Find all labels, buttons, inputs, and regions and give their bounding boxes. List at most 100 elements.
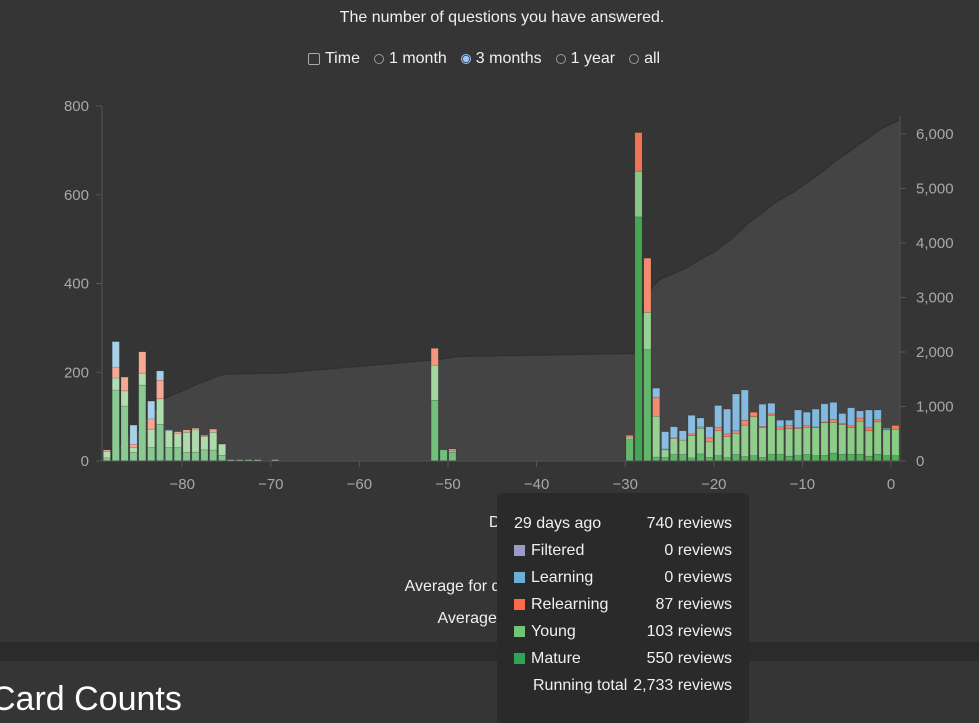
bar-young — [138, 372, 147, 386]
bar-learning — [776, 419, 785, 428]
bar-learning — [838, 413, 847, 424]
bar-learning — [767, 403, 776, 415]
bar-relearning — [111, 367, 120, 379]
bar-relearning — [209, 428, 218, 433]
stats-table: Days stud T Average for days stud Averag… — [0, 512, 560, 640]
bar-mature — [182, 451, 191, 462]
bar-mature — [865, 455, 873, 462]
tooltip-row-label: Learning — [531, 569, 594, 586]
stat-average-period-label: Average over per — [437, 610, 560, 627]
bar-mature — [111, 389, 120, 462]
tooltip-running-row: Running total 2,733 reviews — [533, 677, 732, 699]
bar-learning — [111, 341, 120, 369]
chart-tooltip: 29 days ago 740 reviews Filtered 0 review… — [497, 493, 749, 723]
bar-relearning — [200, 435, 209, 437]
tooltip-row-label: Relearning — [531, 596, 609, 613]
tooltip-row-value: 103 reviews — [646, 623, 732, 640]
bar-young — [829, 422, 838, 454]
bar-mature — [847, 454, 855, 462]
bar-young — [758, 427, 767, 458]
bar-young — [129, 446, 138, 453]
bar-mature — [802, 454, 811, 462]
card-counts-heading: Card Counts — [0, 680, 182, 718]
bar-learning — [882, 427, 891, 430]
bar-learning — [829, 402, 838, 420]
bar-mature — [705, 457, 714, 462]
tooltip-title-row: 29 days ago 740 reviews — [514, 515, 732, 537]
bar-mature — [652, 456, 661, 462]
bar-young — [847, 427, 855, 455]
bar-mature — [129, 452, 138, 462]
bar-learning — [802, 411, 811, 426]
bar-young — [173, 433, 182, 448]
x-tick-label: 0 — [887, 476, 895, 493]
tooltip-row-relearning: Relearning 87 reviews — [514, 596, 732, 618]
bar-mature — [696, 453, 705, 462]
bar-learning — [678, 430, 687, 441]
legend-swatch-icon — [514, 572, 525, 583]
bar-mature — [767, 454, 776, 462]
bar-young — [794, 428, 802, 456]
tooltip-row-value: 87 reviews — [655, 596, 732, 613]
x-tick-label: −60 — [347, 476, 372, 493]
bar-learning — [847, 407, 855, 426]
stat-average-days-studied-label: Average for days stud — [404, 578, 560, 595]
bar-young — [103, 450, 111, 459]
bar-mature — [838, 454, 847, 462]
bar-young — [882, 429, 891, 456]
bar-young — [678, 439, 687, 455]
tooltip-day: 29 days ago — [514, 515, 602, 532]
bar-mature — [138, 384, 147, 462]
bar-relearning — [634, 132, 643, 172]
bar-young — [670, 438, 678, 455]
bar-relearning — [856, 417, 864, 422]
y-tick-label: 400 — [64, 276, 89, 293]
stat-days-studied-label: Days stud — [0, 512, 560, 544]
bar-learning — [714, 405, 723, 428]
bar-young — [776, 429, 785, 455]
bar-young — [749, 416, 758, 456]
tooltip-running-label: Running total — [533, 677, 628, 694]
y-tick-label: 600 — [64, 187, 89, 204]
bar-mature — [200, 449, 209, 462]
bar-relearning — [705, 437, 714, 443]
bar-young — [714, 430, 723, 456]
bar-young — [147, 428, 156, 448]
reviews-chart[interactable]: 0 200 400 600 800 0 1,000 2,000 3,000 4,000 5,000 6… — [0, 0, 979, 510]
bar-young — [634, 170, 643, 218]
bar-learning — [873, 409, 882, 421]
bar-mature — [165, 447, 173, 462]
bar-young — [723, 436, 731, 458]
y2-tick-label: 3,000 — [916, 290, 954, 307]
bar-young — [209, 431, 218, 451]
bar-young — [811, 427, 820, 456]
bar-mature — [740, 456, 749, 462]
bar-young — [838, 424, 847, 455]
bar-mature — [634, 216, 643, 462]
bar-learning — [696, 417, 705, 428]
bar-young — [200, 436, 209, 451]
bar-relearning — [173, 431, 182, 434]
bar-relearning — [430, 348, 439, 366]
tooltip-row-filtered: Filtered 0 reviews — [514, 542, 732, 564]
bar-mature — [758, 457, 767, 462]
y2-tick-label: 2,000 — [916, 344, 954, 361]
y-tick-label: 0 — [81, 453, 89, 470]
bar-learning — [865, 409, 873, 429]
tooltip-row-label: Filtered — [531, 542, 585, 559]
bar-mature — [643, 349, 652, 462]
bar-young — [111, 377, 120, 391]
bar-learning — [856, 410, 864, 419]
bar-mature — [785, 455, 793, 462]
bar-young — [740, 424, 749, 457]
y2-tick-label: 4,000 — [916, 235, 954, 252]
bar-mature — [120, 405, 129, 462]
bar-relearning — [740, 419, 749, 426]
tooltip-row-label: Young — [531, 623, 576, 640]
bar-young — [873, 421, 882, 455]
bar-young — [430, 364, 439, 401]
bar-mature — [776, 454, 785, 462]
bar-young — [865, 430, 873, 457]
bar-mature — [829, 452, 838, 462]
bar-young — [785, 428, 793, 457]
